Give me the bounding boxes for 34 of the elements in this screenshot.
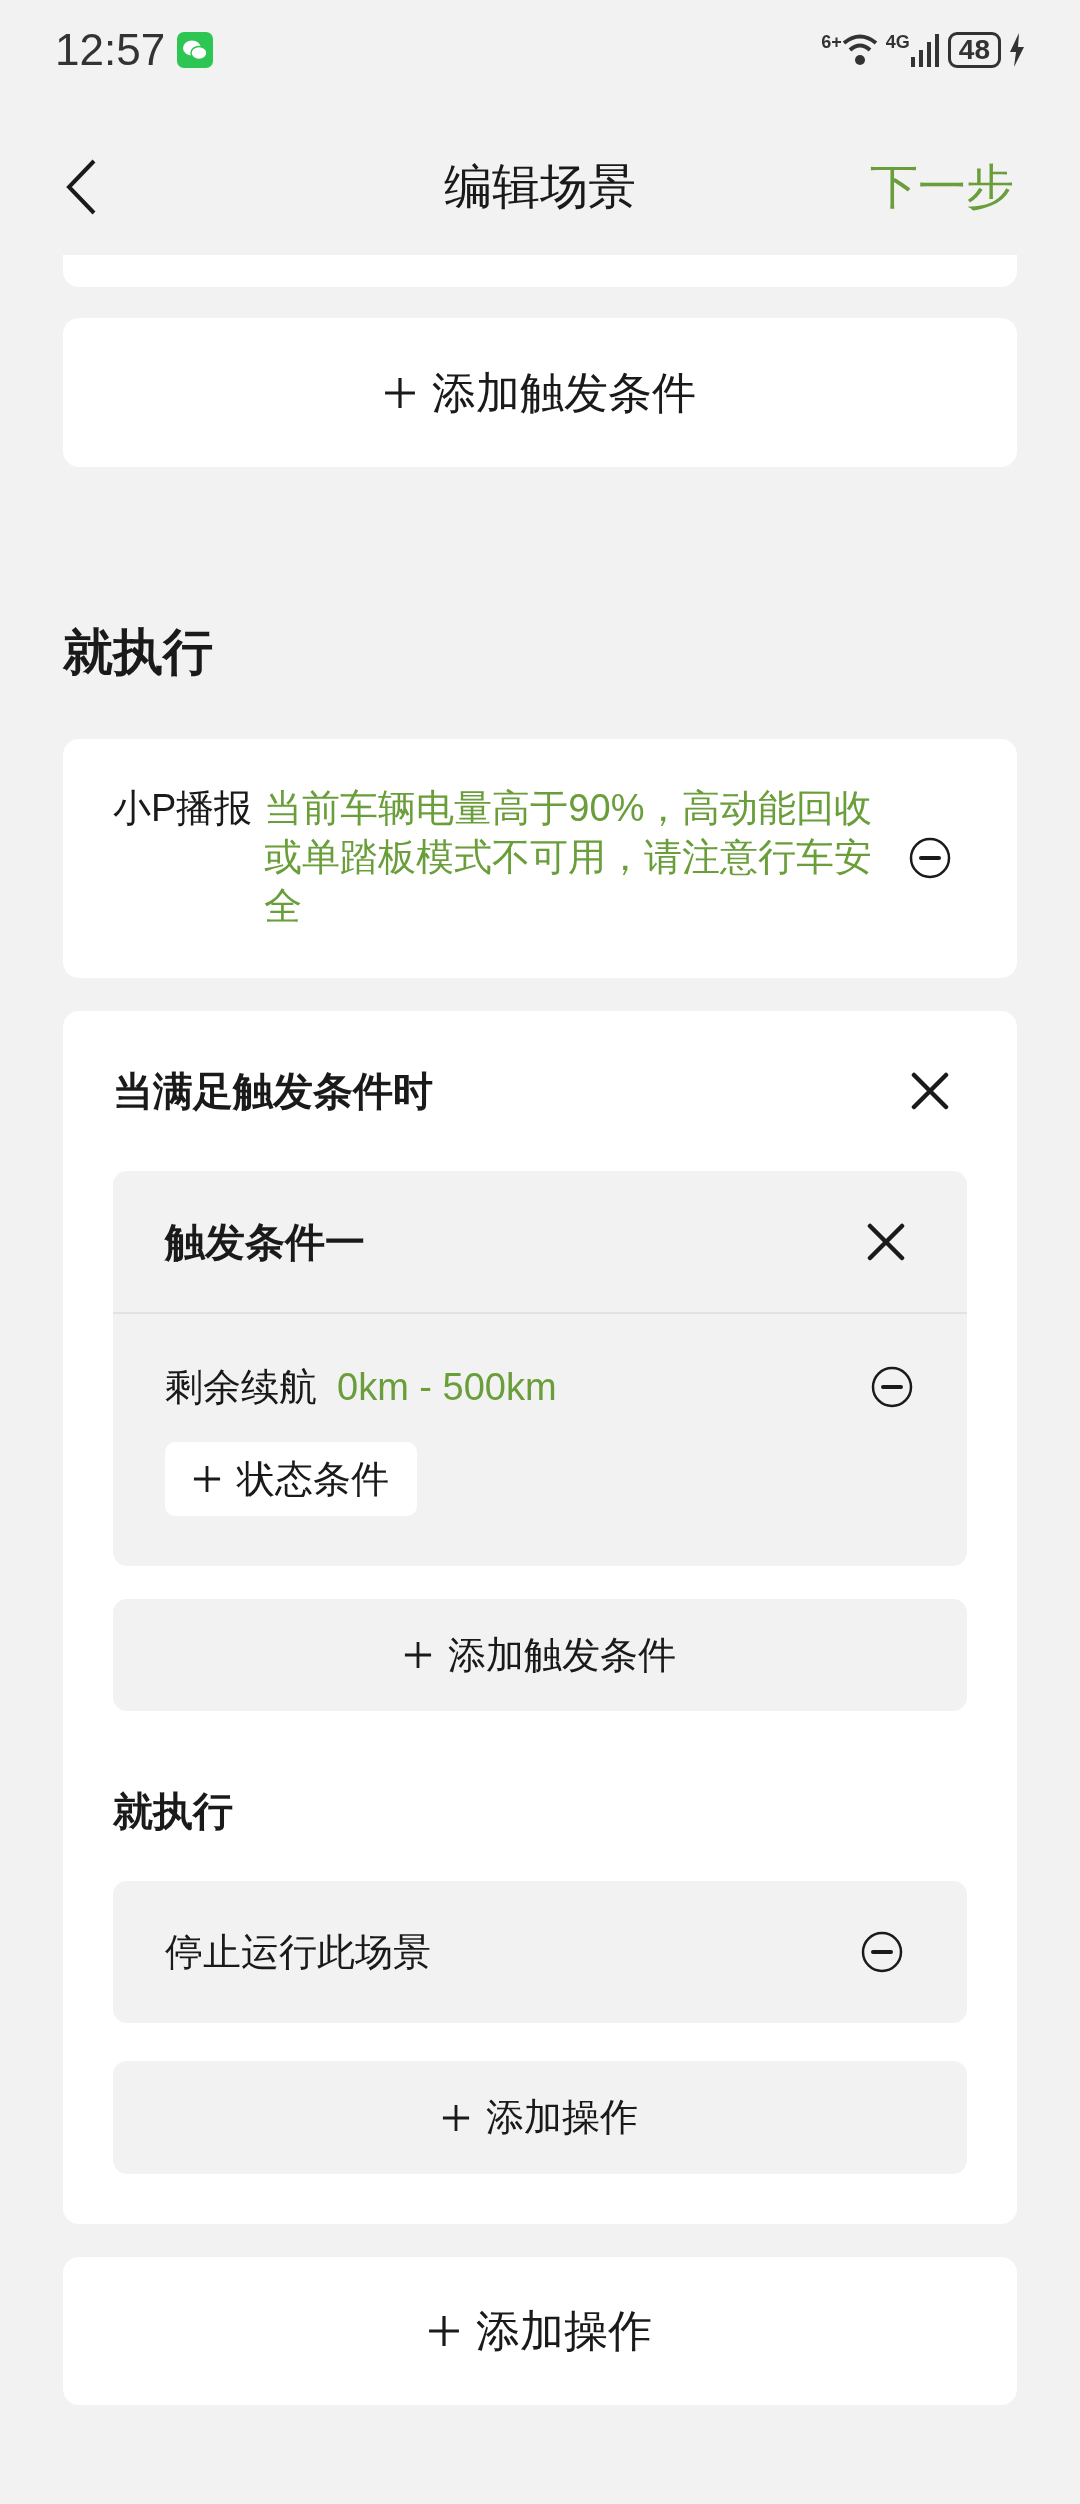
plus-icon <box>193 1465 221 1493</box>
network-label: 4G <box>885 33 910 51</box>
plus-icon <box>384 376 416 409</box>
chat-app-icon <box>177 32 214 68</box>
section-heading: 就执行 <box>63 627 214 677</box>
close-icon[interactable] <box>867 1222 905 1261</box>
remove-icon[interactable] <box>909 836 951 879</box>
condition-value: 0km - 500km <box>337 1364 557 1410</box>
card-title: 当满足触发条件时 <box>113 1068 433 1115</box>
action-label: 停止运行此场景 <box>165 1929 431 1975</box>
action-label: 小P播报 <box>113 786 253 831</box>
add-action-button[interactable]: 添加操作 <box>113 2061 967 2174</box>
add-trigger-button[interactable]: 添加触发条件 <box>113 1599 967 1711</box>
broadcast-message: 当前车辆电量高于90%，高动能回收或单踏板模式不可用，请注意行车安全 <box>264 786 874 929</box>
add-trigger-button[interactable]: 添加触发条件 <box>63 318 1017 467</box>
page-title: 编辑场景 <box>444 158 636 215</box>
charging-icon <box>1009 33 1025 67</box>
remove-icon[interactable] <box>861 1931 903 1973</box>
condition-label: 剩余续航 <box>165 1364 317 1410</box>
wifi-label: 6+ <box>821 33 842 51</box>
section-heading: 就执行 <box>113 1791 234 1831</box>
plus-icon <box>442 2103 470 2132</box>
clock-time: 12:57 <box>55 24 166 76</box>
plus-icon <box>428 2315 460 2347</box>
wifi-icon <box>841 33 878 67</box>
back-icon <box>66 158 96 215</box>
plus-icon <box>404 1641 432 1669</box>
battery-level: 48 <box>947 32 1001 68</box>
condition-title: 触发条件一 <box>165 1218 365 1266</box>
add-action-button[interactable]: 添加操作 <box>63 2257 1017 2405</box>
remove-icon[interactable] <box>871 1366 913 1408</box>
close-icon[interactable] <box>911 1072 949 1110</box>
add-state-button[interactable]: 状态条件 <box>165 1442 417 1516</box>
signal-icon <box>909 33 940 67</box>
